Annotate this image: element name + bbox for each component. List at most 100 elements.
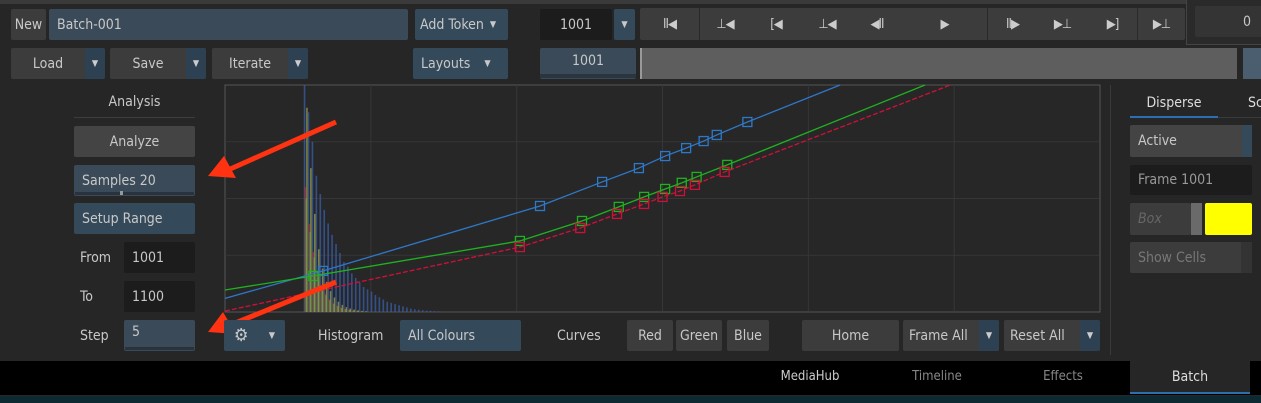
histogram-bar	[353, 309, 355, 312]
chevron-down-icon: ▼	[489, 19, 497, 30]
go-to-end-icon[interactable]: ▶⊥	[1138, 8, 1185, 40]
save-button[interactable]: Save ▼	[110, 48, 206, 79]
histogram-bar	[362, 287, 365, 312]
histogram-bar	[382, 299, 385, 312]
histogram-bar	[390, 302, 392, 312]
add-token-label: Add Token	[420, 16, 484, 33]
histogram-bar	[351, 273, 353, 312]
tab-timeline[interactable]: Timeline	[907, 369, 967, 384]
tab-disperse[interactable]: Disperse	[1130, 95, 1218, 111]
blue-curve-button[interactable]: Blue	[727, 320, 769, 351]
chevron-down-icon: ▼	[268, 330, 275, 341]
add-token-dropdown[interactable]: Add Token ▼	[415, 9, 508, 40]
from-field[interactable]: 1001	[124, 242, 195, 273]
histogram-bar	[359, 311, 362, 312]
go-to-in-point-icon[interactable]: [◀	[750, 8, 802, 40]
play-icon[interactable]: ▶	[902, 8, 988, 40]
box-color-swatch[interactable]	[1205, 203, 1252, 235]
histogram-bar	[417, 309, 420, 312]
active-toggle[interactable]: Active	[1130, 125, 1252, 157]
step-label: Step	[80, 328, 109, 344]
timeline-scrubber[interactable]	[640, 48, 1237, 79]
tab-batch[interactable]: Batch	[1130, 361, 1250, 394]
histogram-bar	[333, 297, 336, 312]
histogram-bar	[329, 291, 332, 312]
histogram-bar	[394, 304, 396, 312]
show-cells-toggle[interactable]: Show Cells	[1130, 242, 1252, 273]
active-label: Active	[1138, 133, 1177, 149]
from-label: From	[80, 250, 112, 266]
histogram-bar	[347, 266, 349, 312]
frame-dropdown-chevron-icon[interactable]: ▼	[614, 9, 635, 40]
iterate-label: Iterate	[229, 55, 271, 72]
histogram-bar	[386, 301, 389, 312]
go-to-out-point-icon[interactable]: ▶]	[1088, 8, 1138, 40]
samples-slider-handle[interactable]	[120, 191, 123, 195]
tab-effects[interactable]: Effects	[1033, 369, 1093, 384]
load-button[interactable]: Load ▼	[11, 48, 105, 79]
frame-all-button[interactable]: Frame All ▼	[903, 320, 999, 351]
frame-all-label: Frame All	[909, 327, 968, 344]
histogram-bar	[406, 307, 408, 312]
histogram-bar	[345, 307, 348, 312]
reset-all-button[interactable]: Reset All ▼	[1004, 320, 1100, 351]
histogram-bar	[341, 304, 344, 312]
frame-field[interactable]: 1001	[540, 9, 612, 40]
histogram-bar	[433, 311, 436, 312]
chevron-down-icon[interactable]: ▼	[1080, 320, 1100, 351]
histogram-bar	[310, 168, 312, 312]
curves-label: Curves	[557, 328, 601, 344]
layouts-dropdown[interactable]: Layouts ▼	[413, 48, 508, 79]
histogram-bar	[339, 252, 341, 312]
histogram-bar	[366, 289, 369, 312]
chevron-down-icon[interactable]: ▼	[186, 48, 206, 79]
timeline-handle[interactable]	[1243, 48, 1261, 79]
batch-name-input[interactable]: Batch-001	[49, 9, 408, 40]
step-back-icon[interactable]: ⊥◀	[802, 8, 852, 40]
graph-settings-button[interactable]: ⚙ ▼	[224, 320, 285, 351]
chevron-down-icon[interactable]: ▼	[288, 48, 308, 79]
histogram-bar	[370, 291, 373, 312]
play-backward-icon[interactable]: ◀II	[852, 8, 902, 40]
gear-icon: ⚙	[234, 325, 249, 346]
to-field[interactable]: 1100	[124, 281, 195, 312]
home-button[interactable]: Home	[802, 320, 899, 351]
box-toggle[interactable]: Box	[1130, 203, 1191, 235]
counter-field[interactable]: 0	[1195, 6, 1261, 37]
tab-second[interactable]: Sc	[1248, 95, 1261, 111]
histogram-bar	[402, 306, 404, 312]
next-frame-icon[interactable]: ▶⊥	[1037, 8, 1088, 40]
histogram-bar	[429, 310, 432, 312]
step-forward-icon[interactable]: II▶	[988, 8, 1037, 40]
histogram-bar	[325, 281, 328, 312]
histogram-bar	[365, 311, 367, 312]
histogram-bar	[361, 310, 363, 312]
histogram-bar	[358, 282, 361, 312]
curves-graph[interactable]	[224, 84, 1101, 313]
previous-keyframe-icon[interactable]: ⊥◀	[700, 8, 750, 40]
load-label: Load	[32, 55, 64, 72]
histogram-bar	[357, 310, 359, 312]
iterate-button[interactable]: Iterate ▼	[212, 48, 308, 79]
divider	[74, 117, 195, 118]
analysis-title: Analysis	[108, 94, 161, 110]
save-label: Save	[132, 55, 164, 72]
green-curve-button[interactable]: Green	[676, 320, 722, 351]
show-cells-label: Show Cells	[1138, 249, 1207, 266]
histogram-bar	[414, 309, 416, 312]
histogram-bar	[421, 310, 424, 312]
frame-field[interactable]: Frame 1001	[1130, 165, 1252, 195]
go-to-start-icon[interactable]: II◀	[640, 8, 700, 40]
analyze-button[interactable]: Analyze	[74, 126, 195, 157]
to-label: To	[80, 289, 94, 305]
histogram-bar	[410, 308, 412, 312]
chevron-down-icon[interactable]: ▼	[979, 320, 999, 351]
chevron-down-icon[interactable]: ▼	[85, 48, 105, 79]
histogram-mode-dropdown[interactable]: All Colours	[400, 320, 521, 351]
tab-mediahub[interactable]: MediaHub	[780, 369, 840, 384]
red-curve-button[interactable]: Red	[627, 320, 673, 351]
new-button[interactable]: New	[11, 9, 46, 40]
reset-all-label: Reset All	[1010, 327, 1065, 344]
setup-range-button[interactable]: Setup Range	[74, 203, 195, 234]
histogram-bar	[335, 243, 337, 312]
